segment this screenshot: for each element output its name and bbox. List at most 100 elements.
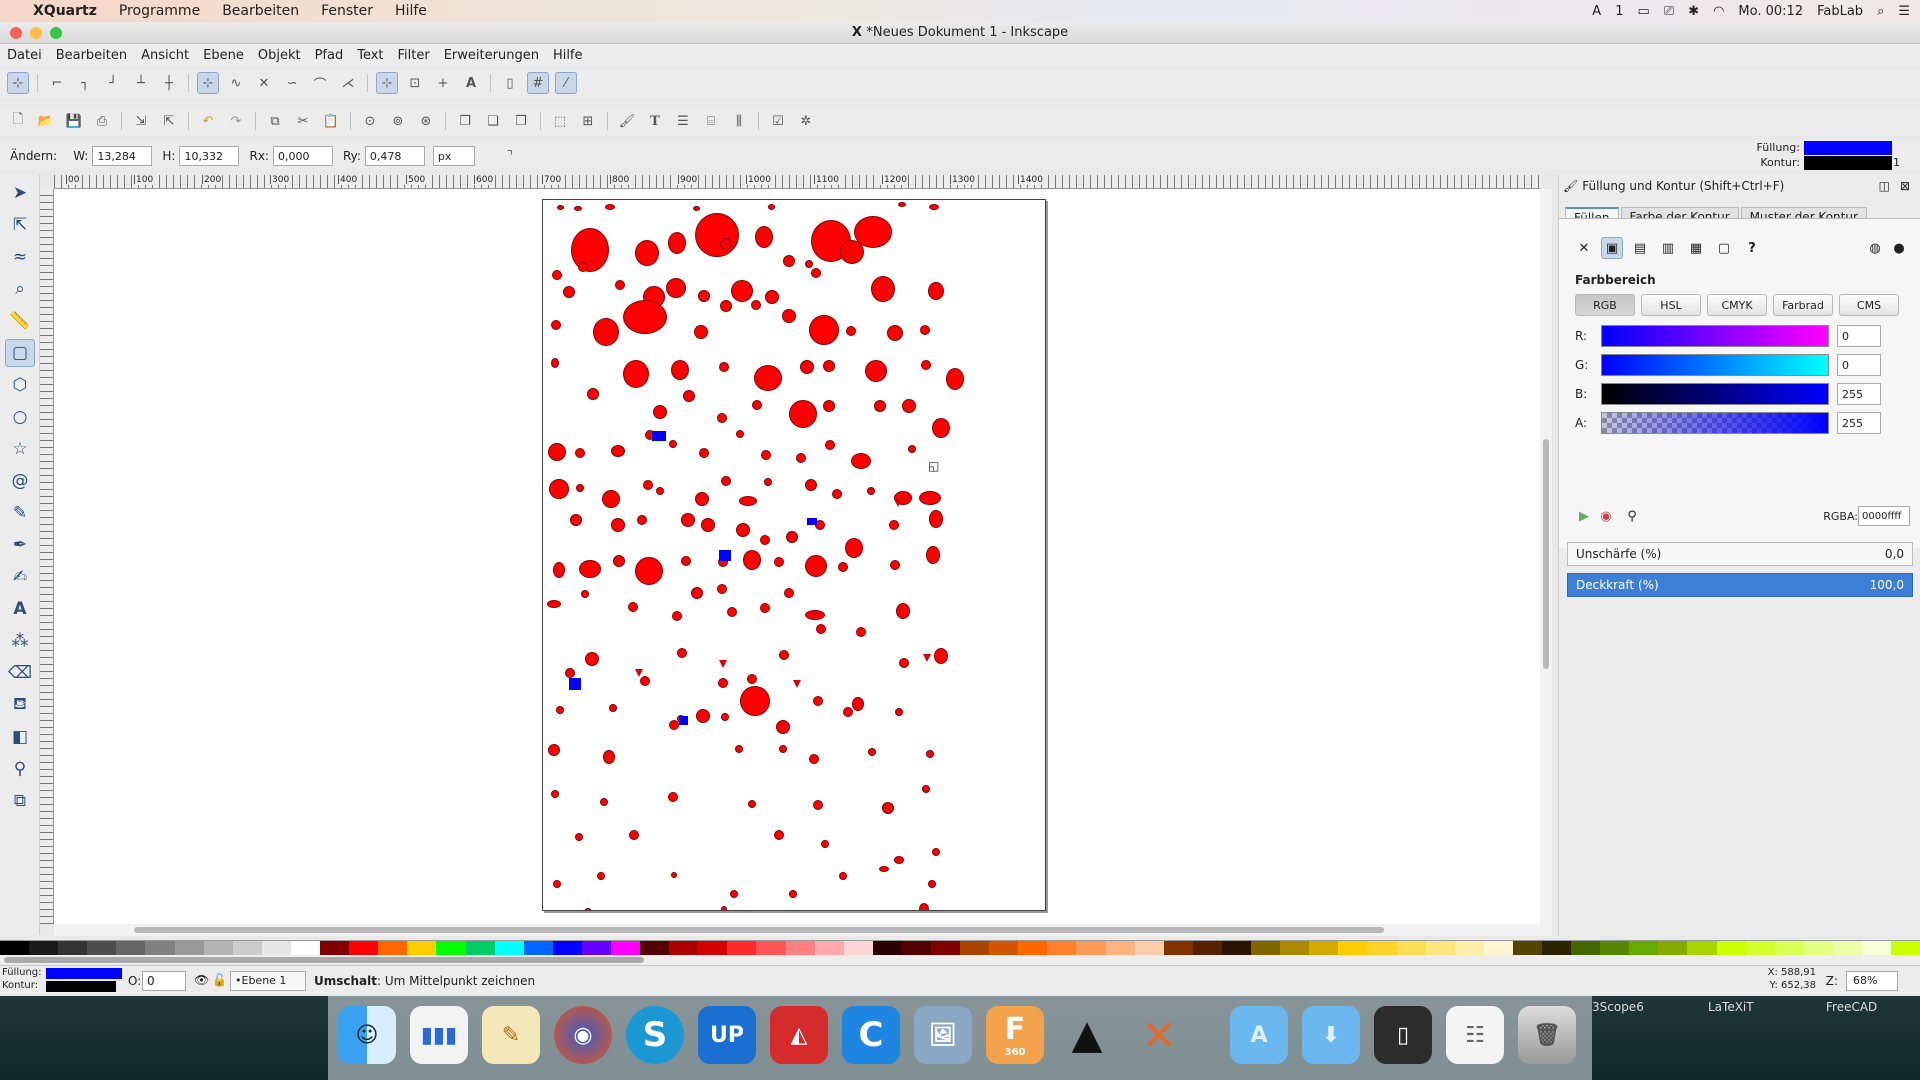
- snap-guide-icon[interactable]: ⁄: [555, 72, 577, 94]
- palette-swatch[interactable]: [1076, 941, 1106, 955]
- red-ellipse[interactable]: [736, 523, 750, 537]
- xquartz-icon[interactable]: ✕: [1130, 1006, 1188, 1064]
- pattern-icon[interactable]: ▦: [1685, 237, 1707, 259]
- red-ellipse[interactable]: [813, 696, 823, 706]
- palette-swatch[interactable]: [58, 941, 88, 955]
- stroke-indicator-swatch[interactable]: [1804, 156, 1892, 170]
- pick-color-icon[interactable]: ⚲: [1621, 505, 1643, 527]
- red-ellipse[interactable]: [551, 358, 559, 368]
- document-stack-icon[interactable]: ▯: [1374, 1006, 1432, 1064]
- red-ellipse[interactable]: [695, 213, 739, 257]
- snap-bbox-icon[interactable]: ⌐: [46, 72, 68, 94]
- rgba-field[interactable]: 0000ffff: [1858, 506, 1910, 526]
- red-ellipse[interactable]: [696, 709, 710, 723]
- palette-swatch[interactable]: [785, 941, 815, 955]
- red-ellipse[interactable]: [576, 484, 584, 492]
- keyboard-icon[interactable]: A: [1592, 4, 1601, 19]
- tweak-tool-icon[interactable]: ≈: [5, 243, 35, 271]
- duplicate-icon[interactable]: ❐: [454, 110, 476, 132]
- red-ellipse[interactable]: [694, 325, 708, 339]
- red-ellipse[interactable]: [611, 445, 625, 457]
- layers-icon[interactable]: ☰: [672, 110, 694, 132]
- desktop-label-latexit[interactable]: LaTeXiT: [1708, 1000, 1754, 1014]
- red-ellipse[interactable]: [843, 707, 853, 717]
- a-value[interactable]: 255: [1837, 412, 1881, 434]
- red-triangle[interactable]: [894, 499, 902, 507]
- snap-object-center-icon[interactable]: ⊡: [404, 72, 426, 94]
- red-ellipse[interactable]: [754, 365, 782, 391]
- palette-swatch[interactable]: [523, 941, 553, 955]
- red-ellipse[interactable]: [623, 360, 649, 388]
- palette-swatch[interactable]: [640, 941, 670, 955]
- red-ellipse[interactable]: [671, 872, 677, 878]
- red-ellipse[interactable]: [602, 490, 620, 508]
- red-ellipse[interactable]: [809, 754, 819, 764]
- red-ellipse[interactable]: [851, 453, 871, 469]
- snap-enable-icon[interactable]: ⊹: [7, 72, 29, 94]
- palette-swatch[interactable]: [232, 941, 262, 955]
- snap-bbox-center-icon[interactable]: ┼: [158, 72, 180, 94]
- red-ellipse[interactable]: [731, 280, 753, 302]
- palette-swatch[interactable]: [290, 941, 321, 955]
- screenshot-stack-icon[interactable]: ☷: [1446, 1006, 1504, 1064]
- status-fill-swatch[interactable]: [46, 968, 122, 979]
- red-ellipse[interactable]: [882, 802, 894, 814]
- palette-swatch[interactable]: [1745, 941, 1775, 955]
- red-triangle[interactable]: [923, 654, 931, 662]
- red-ellipse[interactable]: [693, 206, 700, 211]
- palette-swatch[interactable]: [960, 941, 990, 955]
- palette-swatch[interactable]: [843, 941, 873, 955]
- mac-menu-fenster[interactable]: Fenster: [310, 3, 384, 19]
- desktop-label-freecad[interactable]: FreeCAD: [1826, 1000, 1877, 1014]
- red-ellipse[interactable]: [896, 603, 910, 619]
- blur-slider[interactable]: Unschärfe (%) 0,0: [1567, 542, 1913, 566]
- palette-swatch[interactable]: [1251, 941, 1281, 955]
- red-triangle[interactable]: [793, 680, 801, 688]
- red-ellipse[interactable]: [720, 238, 732, 250]
- downloads-folder-icon[interactable]: ⬇: [1302, 1006, 1360, 1064]
- 3d-box-tool-icon[interactable]: ⬡: [5, 371, 35, 399]
- snap-others-icon[interactable]: ⊹: [376, 72, 398, 94]
- mode-cms[interactable]: CMS: [1839, 294, 1899, 316]
- fill-stroke-icon[interactable]: 🖌: [616, 110, 638, 132]
- red-ellipse[interactable]: [867, 487, 875, 495]
- cut-icon[interactable]: ✂: [292, 110, 314, 132]
- eraser-tool-icon[interactable]: ⌫: [5, 659, 35, 687]
- red-ellipse[interactable]: [845, 538, 863, 558]
- red-ellipse[interactable]: [811, 268, 821, 278]
- red-ellipse[interactable]: [895, 708, 903, 716]
- red-ellipse[interactable]: [846, 326, 856, 336]
- palette-swatch[interactable]: [1105, 941, 1135, 955]
- red-ellipse[interactable]: [717, 584, 727, 594]
- red-ellipse[interactable]: [926, 750, 934, 758]
- red-ellipse[interactable]: [668, 792, 678, 802]
- red-ellipse[interactable]: [928, 282, 944, 300]
- b-slider[interactable]: [1601, 383, 1829, 405]
- palette-swatch[interactable]: [1862, 941, 1892, 955]
- palette-swatch[interactable]: [436, 941, 466, 955]
- g-value[interactable]: 0: [1837, 354, 1881, 376]
- red-ellipse[interactable]: [611, 518, 625, 532]
- preview-icon[interactable]: 🖼: [914, 1006, 972, 1064]
- connector-tool-icon[interactable]: ⧉: [5, 787, 35, 815]
- desktop-label-3scope6[interactable]: 3Scope6: [1592, 1000, 1644, 1014]
- red-ellipse[interactable]: [570, 514, 582, 526]
- red-ellipse[interactable]: [805, 260, 813, 268]
- undo-icon[interactable]: ↶: [197, 110, 219, 132]
- sketchup-icon[interactable]: ◭: [770, 1006, 828, 1064]
- red-ellipse[interactable]: [603, 750, 615, 764]
- palette-scrollbar[interactable]: [0, 955, 1920, 965]
- minimize-window-button[interactable]: [30, 27, 42, 39]
- skype-icon[interactable]: S: [626, 1006, 684, 1064]
- red-ellipse[interactable]: [789, 890, 797, 898]
- open-icon[interactable]: 📂: [35, 110, 57, 132]
- red-ellipse[interactable]: [774, 830, 784, 840]
- red-ellipse[interactable]: [574, 206, 582, 211]
- palette-swatch[interactable]: [407, 941, 437, 955]
- red-ellipse[interactable]: [926, 546, 940, 564]
- red-ellipse[interactable]: [691, 587, 703, 599]
- document-properties-icon[interactable]: ☑: [767, 110, 789, 132]
- red-ellipse[interactable]: [548, 443, 566, 461]
- red-ellipse[interactable]: [932, 418, 950, 438]
- palette-swatch[interactable]: [1716, 941, 1746, 955]
